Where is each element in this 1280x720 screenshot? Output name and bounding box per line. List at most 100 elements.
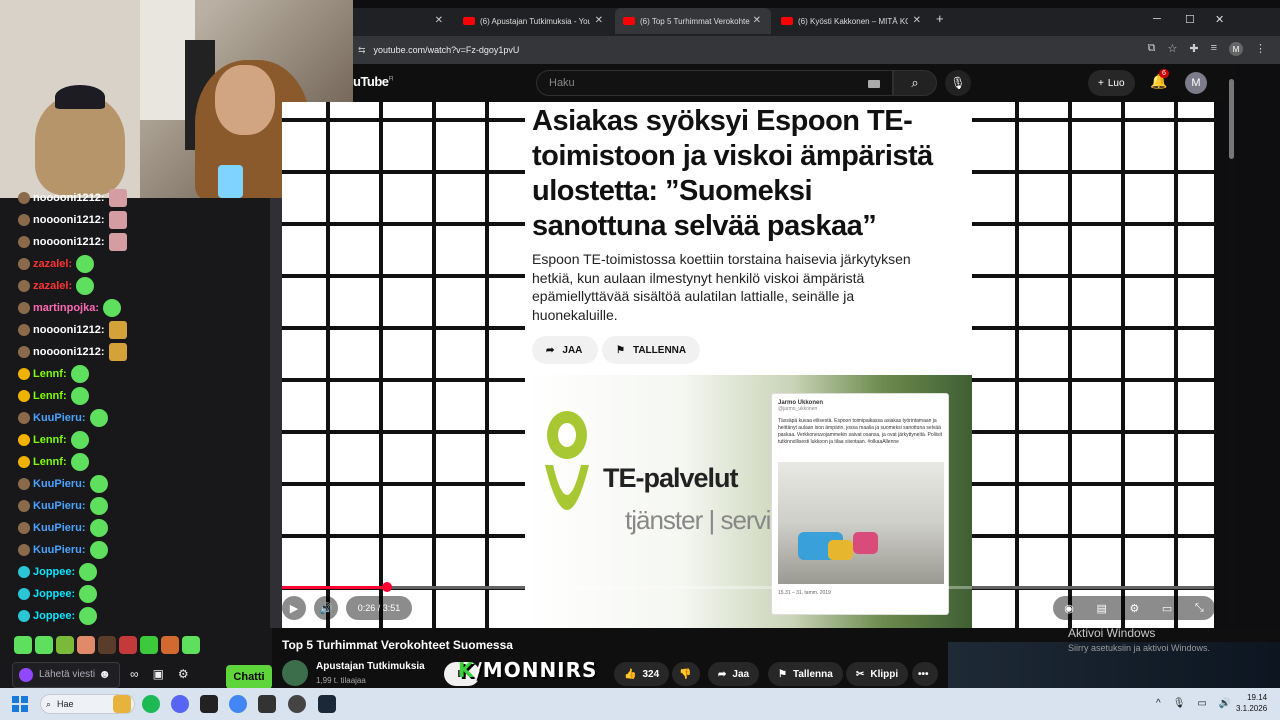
chat-username[interactable]: KuuPieru:	[33, 500, 86, 512]
mic-icon[interactable]: 🎙	[1173, 698, 1186, 709]
chat-username[interactable]: zazalel:	[33, 258, 72, 270]
chat-send-button[interactable]: Chatti	[226, 665, 272, 689]
maximize-icon[interactable]: ☐	[1185, 13, 1195, 26]
close-tab-icon[interactable]: ✕	[753, 15, 761, 26]
more-button[interactable]: •••	[912, 662, 938, 686]
chat-username[interactable]: Lennf:	[33, 434, 67, 446]
obs-icon[interactable]	[200, 695, 218, 713]
create-button[interactable]: + Luo	[1088, 70, 1135, 96]
chat-username[interactable]: KuuPieru:	[33, 478, 86, 490]
subtitles-icon[interactable]: ▤	[1096, 602, 1106, 615]
close-tab-icon[interactable]: ✕	[435, 15, 443, 26]
chat-username[interactable]: Lennf:	[33, 390, 67, 402]
start-button[interactable]	[12, 696, 28, 712]
chat-username[interactable]: Joppee:	[33, 588, 75, 600]
emoji-icon[interactable]: ☻	[98, 668, 111, 680]
share-button[interactable]: ➦ Jaa	[708, 662, 760, 686]
chat-input[interactable]: Lähetä viesti ☻	[12, 662, 120, 688]
bookmark-star-icon[interactable]: ☆	[1167, 42, 1177, 56]
save-button: ⚑ TALLENNA	[602, 336, 700, 364]
video-player[interactable]: Asiakas syöksyi Espoon TE-toimistoon ja …	[282, 102, 1214, 628]
chat-username[interactable]: martinpojka:	[33, 302, 99, 314]
chat-username[interactable]: zazalel:	[33, 280, 72, 292]
chat-emote	[79, 563, 98, 581]
keyboard-icon[interactable]	[868, 80, 880, 88]
progress-bar[interactable]	[282, 582, 1214, 592]
search-input[interactable]: Haku	[536, 70, 893, 96]
fullscreen-icon[interactable]: ⤡	[1195, 602, 1204, 615]
profile-avatar[interactable]: M	[1229, 42, 1243, 56]
spotify-icon[interactable]	[142, 695, 160, 713]
emote[interactable]	[182, 636, 200, 654]
chat-username[interactable]: nooooni1212:	[33, 324, 105, 336]
like-button[interactable]: 👍 324	[614, 662, 670, 686]
points-icon[interactable]: ∞	[130, 667, 139, 681]
chat-username[interactable]: Lennf:	[33, 368, 67, 380]
new-tab-icon[interactable]: +	[936, 11, 944, 26]
chrome-icon[interactable]	[229, 695, 247, 713]
chat-username[interactable]: nooooni1212:	[33, 214, 105, 226]
file-explorer-icon[interactable]	[113, 695, 131, 713]
emote[interactable]	[119, 636, 137, 654]
speaker-icon[interactable]: 🔊	[1219, 698, 1231, 709]
extensions-icon[interactable]: ✚	[1189, 42, 1198, 56]
close-tab-icon[interactable]: ✕	[913, 15, 921, 26]
app-icon[interactable]	[258, 695, 276, 713]
clip-button[interactable]: ✂ Klippi	[846, 662, 909, 686]
chat-username[interactable]: KuuPieru:	[33, 544, 86, 556]
steam-icon[interactable]	[318, 695, 336, 713]
media-icon[interactable]: ≡	[1211, 42, 1217, 56]
chat-username[interactable]: Lennf:	[33, 456, 67, 468]
notifications-button[interactable]: 🔔 6	[1150, 69, 1169, 90]
youtube-logo[interactable]: uTubeFI	[353, 74, 393, 89]
chat-username[interactable]: nooooni1212:	[33, 192, 105, 204]
emote[interactable]	[140, 636, 158, 654]
chat-username[interactable]: Joppee:	[33, 610, 75, 622]
autoplay-toggle-icon[interactable]: ◉	[1064, 602, 1074, 615]
clock[interactable]: 19.14 3.1.2026	[1236, 692, 1267, 714]
chat-username[interactable]: KuuPieru:	[33, 412, 86, 424]
close-tab-icon[interactable]: ✕	[595, 15, 603, 26]
minimize-icon[interactable]: ─	[1153, 13, 1161, 25]
tab-active[interactable]: (6) Top 5 Turhimmat Verokohte ✕	[615, 8, 771, 34]
theater-mode-icon[interactable]: ▭	[1162, 602, 1172, 615]
address-bar[interactable]: ⇆ youtube.com/watch?v=Fz-dgoy1pvU	[358, 40, 1058, 60]
settings-icon[interactable]: ⚙	[1129, 602, 1139, 615]
emote[interactable]	[98, 636, 116, 654]
emote[interactable]	[14, 636, 32, 654]
play-button[interactable]: ▶	[282, 596, 306, 620]
chat-username[interactable]: nooooni1212:	[33, 346, 105, 358]
menu-icon[interactable]: ⋮	[1255, 42, 1266, 56]
search-button[interactable]: ⌕	[893, 70, 937, 96]
chat-username[interactable]: KuuPieru:	[33, 522, 86, 534]
chevron-up-icon[interactable]: ^	[1156, 698, 1161, 709]
save-button[interactable]: ⚑ Tallenna	[768, 662, 843, 686]
site-info-icon[interactable]: ⇆	[358, 45, 366, 56]
store-icon[interactable]: ▣	[153, 667, 164, 681]
emote[interactable]	[56, 636, 74, 654]
emote[interactable]	[161, 636, 179, 654]
youtube-header: uTubeFI Haku ⌕ 🎙 + Luo 🔔 6 M	[353, 64, 1228, 102]
page-scrollbar[interactable]	[1228, 64, 1236, 624]
channel-avatar[interactable]	[282, 660, 308, 686]
chat-username[interactable]: nooooni1212:	[33, 236, 105, 248]
close-window-icon[interactable]: ✕	[1215, 13, 1224, 26]
dislike-button[interactable]: 👎	[672, 662, 700, 686]
tab[interactable]: (6) Kyösti Kakkonen – MITÄ KO ✕	[773, 8, 931, 34]
settings-icon[interactable]: ⚙	[178, 667, 189, 681]
tab[interactable]: (6) Apustajan Tutkimuksia - You ✕	[455, 8, 613, 34]
discord-icon[interactable]	[171, 695, 189, 713]
emote[interactable]	[35, 636, 53, 654]
account-avatar[interactable]: M	[1185, 72, 1207, 94]
volume-button[interactable]: 🔊	[314, 596, 338, 620]
tab[interactable]: ✕	[353, 8, 453, 34]
emote[interactable]	[77, 636, 95, 654]
chat-username[interactable]: Joppee:	[33, 566, 75, 578]
cast-icon[interactable]: ⧉	[1148, 42, 1156, 56]
channel-name[interactable]: Apustajan Tutkimuksia	[316, 661, 425, 672]
network-icon[interactable]: ▭	[1197, 698, 1206, 709]
voice-search-button[interactable]: 🎙	[945, 70, 971, 96]
app-icon[interactable]	[288, 695, 306, 713]
search-icon: ⌕	[46, 698, 52, 709]
chat-scrollbar[interactable]	[270, 198, 282, 628]
